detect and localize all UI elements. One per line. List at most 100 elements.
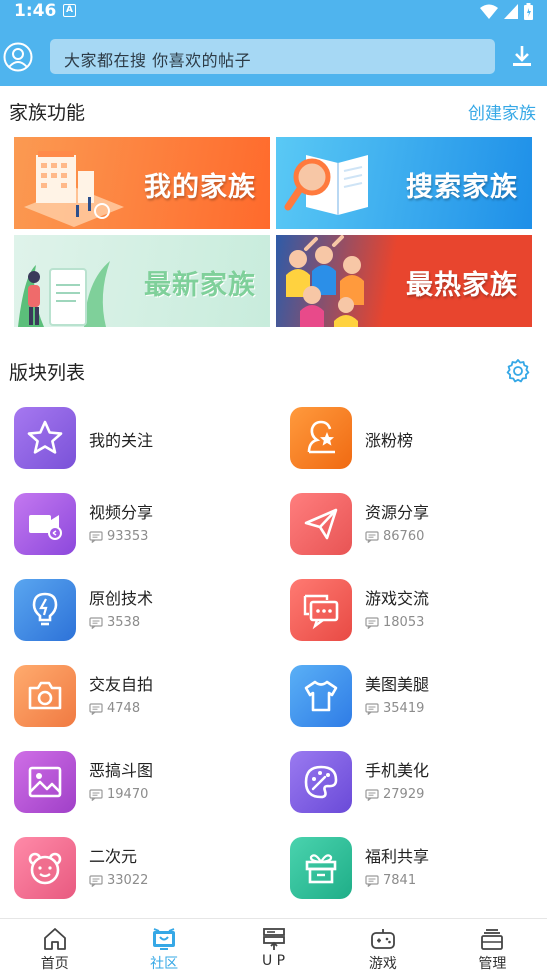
comment-icon [365,788,379,801]
upload-icon [262,928,285,950]
board-count-value: 3538 [107,615,141,630]
nav-manage[interactable]: 管理 [438,919,547,973]
nav-community[interactable]: 社区 [109,919,218,973]
crowd-illustration [286,235,364,327]
board-count-value: 86760 [383,529,425,544]
comment-icon [365,616,379,629]
gift-icon [290,837,352,899]
battery-icon [524,3,533,20]
comment-icon [89,702,103,715]
settings-gear-icon[interactable] [505,358,531,384]
banner-label-new-family: 最新家族 [144,270,256,301]
paper-plane-icon [290,493,352,555]
board-name: 二次元 [89,847,138,866]
board-friends-selfie[interactable]: 交友自拍 4748 [14,665,274,729]
nav-label-up: U P [261,953,286,969]
star-icon [14,407,76,469]
board-resource-share[interactable]: 资源分享 86760 [290,493,547,557]
nav-games[interactable]: 游戏 [328,919,437,973]
nav-up[interactable]: U P [219,919,328,973]
board-post-count: 19470 [89,787,148,802]
board-count-value: 35419 [383,701,425,716]
board-name: 美图美腿 [365,675,430,694]
user-star-icon [290,407,352,469]
search-input[interactable]: 大家都在搜 你喜欢的帖子 [50,39,495,74]
board-name: 原创技术 [89,589,154,608]
banner-label-hot-family: 最热家族 [406,270,518,301]
create-family-link[interactable]: 创建家族 [468,99,536,124]
picture-icon [14,751,76,813]
nav-home[interactable]: 首页 [0,919,109,973]
board-count-value: 27929 [383,787,425,802]
book-magnifier-illustration [284,155,368,215]
download-icon[interactable] [507,42,537,72]
video-share-icon [14,493,76,555]
board-welfare-share[interactable]: 福利共享 7841 [290,837,547,901]
board-post-count: 93353 [89,529,148,544]
board-post-count: 3538 [89,615,140,630]
user-avatar-icon[interactable] [3,42,33,72]
board-my-follow[interactable]: 我的关注 [14,407,274,471]
board-original-tech[interactable]: 原创技术 3538 [14,579,274,643]
bottom-navigation: 首页 社区 U P 游戏 管理 [0,918,547,973]
board-name: 视频分享 [89,503,154,522]
board-post-count: 33022 [89,873,148,888]
banner-hot-family[interactable]: 最热家族 [276,235,532,327]
app-header: 大家都在搜 你喜欢的帖子 [0,26,547,86]
comment-icon [365,530,379,543]
board-count-value: 18053 [383,615,425,630]
lightbulb-icon [14,579,76,641]
family-section-title: 家族功能 [9,102,86,124]
board-game-chat[interactable]: 游戏交流 18053 [290,579,547,643]
banner-search-family[interactable]: 搜索家族 [276,137,532,229]
board-name: 交友自拍 [89,675,154,694]
palette-icon [290,751,352,813]
board-beauty-photos[interactable]: 美图美腿 35419 [290,665,547,729]
comment-icon [89,788,103,801]
board-name: 手机美化 [365,761,430,780]
board-post-count: 86760 [365,529,424,544]
search-placeholder: 大家都在搜 你喜欢的帖子 [64,51,252,70]
board-count-value: 7841 [383,873,417,888]
comment-icon [365,702,379,715]
nav-label-community: 社区 [150,956,179,972]
banner-my-family[interactable]: 我的家族 [14,137,270,229]
status-icons [480,3,533,20]
nav-label-games: 游戏 [368,956,397,972]
board-count-value: 4748 [107,701,141,716]
reading-person-illustration [18,261,110,327]
board-phone-theme[interactable]: 手机美化 27929 [290,751,547,815]
board-name: 恶搞斗图 [89,761,154,780]
board-post-count: 27929 [365,787,424,802]
wifi-icon [480,4,498,19]
community-icon [153,928,176,950]
board-post-count: 7841 [365,873,416,888]
notification-badge: A [63,4,76,17]
board-name: 游戏交流 [365,589,430,608]
gamepad-icon [371,929,395,949]
board-count-value: 33022 [107,873,149,888]
board-name: 福利共享 [365,847,430,866]
board-name: 涨粉榜 [365,431,414,450]
board-count-value: 19470 [107,787,149,802]
board-section-title: 版块列表 [9,362,86,384]
building-illustration [24,151,124,227]
comment-icon [365,874,379,887]
comment-icon [89,530,103,543]
tshirt-icon [290,665,352,727]
board-funny-memes[interactable]: 恶搞斗图 19470 [14,751,274,815]
board-name: 我的关注 [89,431,154,450]
board-post-count: 4748 [89,701,140,716]
comment-icon [89,616,103,629]
banner-new-family[interactable]: 最新家族 [14,235,270,327]
board-video-share[interactable]: 视频分享 93353 [14,493,274,557]
manage-icon [481,929,504,950]
banner-label-search-family: 搜索家族 [406,172,518,203]
banner-label-my-family: 我的家族 [144,172,256,203]
board-post-count: 35419 [365,701,424,716]
board-fans-rank[interactable]: 涨粉榜 [290,407,547,471]
camera-icon [14,665,76,727]
signal-icon [504,4,518,19]
status-bar: 1:46 A [0,0,547,26]
board-anime[interactable]: 二次元 33022 [14,837,274,901]
